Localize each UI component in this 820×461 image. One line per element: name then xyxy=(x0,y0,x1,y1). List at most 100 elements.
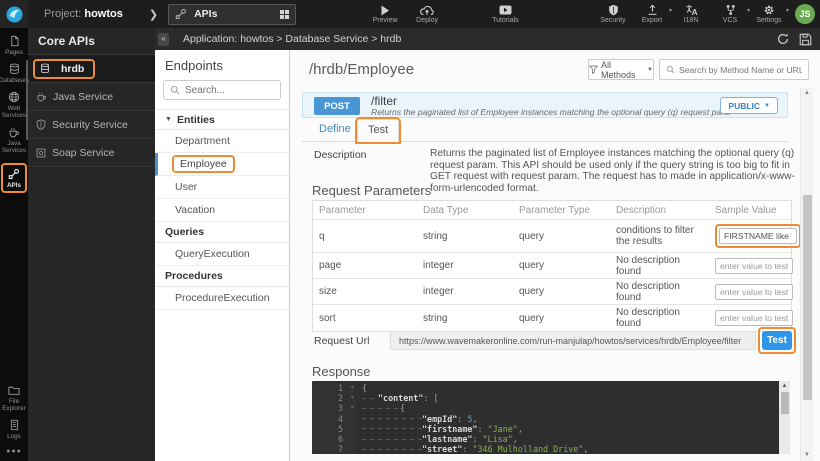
endpoints-panel: Endpoints ▼ Entities Department Employee… xyxy=(155,50,290,461)
methods-search-input[interactable] xyxy=(679,65,802,75)
annotation-highlight: hrdb xyxy=(33,59,95,79)
param-name: page xyxy=(313,260,417,271)
coffee-icon xyxy=(8,126,20,138)
play-icon xyxy=(380,4,390,16)
param-name: sort xyxy=(313,313,417,324)
test-button[interactable]: Test xyxy=(762,331,792,350)
endpoint-item-employee[interactable]: Employee xyxy=(155,153,289,176)
sample-value-input-sort[interactable] xyxy=(715,310,793,326)
main-scrollbar[interactable]: ▲ ▼ xyxy=(800,88,813,461)
activity-bar-scrollbar[interactable] xyxy=(26,60,28,140)
sample-value-input-size[interactable] xyxy=(715,284,793,300)
core-api-item-hrdb[interactable]: hrdb xyxy=(28,55,155,83)
sidebar-item-java-services[interactable]: Java Services xyxy=(1,126,27,154)
endpoints-search[interactable] xyxy=(163,80,281,100)
file-explorer-label: File Explorer xyxy=(1,398,27,412)
endpoint-item-procedureexecution[interactable]: ProcedureExecution xyxy=(155,287,289,310)
scroll-up-icon[interactable]: ▲ xyxy=(779,381,790,391)
sample-value-input-page[interactable] xyxy=(715,258,793,274)
tutorials-button[interactable]: Tutorials xyxy=(492,4,519,24)
logs-label: Logs xyxy=(7,433,21,440)
sidebar-item-logs[interactable]: Logs xyxy=(1,419,27,440)
sidebar-item-file-explorer[interactable]: File Explorer xyxy=(1,384,27,412)
apis-label: APIs xyxy=(7,182,21,189)
tab-test[interactable]: Test xyxy=(357,119,399,142)
section-label: Queries xyxy=(165,226,204,238)
fold-icon[interactable]: ▾ xyxy=(350,393,354,403)
code-line: 4"empId": 5, xyxy=(312,414,779,424)
core-apis-title: Core APIs xyxy=(28,28,155,55)
code-line: 7"street": "346 Mulholland Drive", xyxy=(312,444,779,454)
fold-icon[interactable]: ▾ xyxy=(350,383,354,393)
refresh-icon[interactable] xyxy=(776,32,790,46)
core-api-item-java-service[interactable]: Java Service xyxy=(28,83,155,111)
preview-button[interactable]: Preview xyxy=(372,4,398,24)
editor-scrollbar-thumb[interactable] xyxy=(781,392,789,414)
settings-button[interactable]: Settings ▾ xyxy=(756,4,782,24)
database-icon xyxy=(9,63,20,75)
section-entities[interactable]: ▼ Entities xyxy=(155,109,289,130)
user-avatar[interactable]: JS xyxy=(795,4,815,24)
core-api-item-soap-service[interactable]: Soap Service xyxy=(28,139,155,167)
main-header: /hrdb/Employee All Methods ▼ xyxy=(290,50,820,88)
scroll-up-icon[interactable]: ▲ xyxy=(801,88,813,99)
editor-scrollbar[interactable]: ▲ xyxy=(779,381,790,454)
save-icon[interactable] xyxy=(799,33,812,46)
sidebar-item-pages[interactable]: Pages xyxy=(1,35,27,56)
core-api-item-security-service[interactable]: Security Service xyxy=(28,111,155,139)
funnel-icon xyxy=(589,65,598,74)
security-button[interactable]: Security xyxy=(600,4,626,24)
settings-label: Settings xyxy=(756,17,781,24)
column-header: Description xyxy=(610,205,709,216)
request-url-value: https://www.wavemakeronline.com/run-manj… xyxy=(390,331,756,350)
endpoints-search-input[interactable] xyxy=(185,85,275,96)
project-name: howtos xyxy=(84,8,123,20)
param-type: query xyxy=(513,313,610,324)
sidebar-item-apis[interactable]: APIs xyxy=(1,163,27,193)
grid-icon[interactable] xyxy=(280,10,289,19)
section-procedures[interactable]: Procedures xyxy=(155,266,289,287)
scroll-down-icon[interactable]: ▼ xyxy=(801,450,813,461)
method-badge: POST xyxy=(314,97,360,115)
endpoint-item-vacation[interactable]: Vacation xyxy=(155,199,289,222)
i18n-button[interactable]: A I18N xyxy=(678,4,704,24)
chevron-down-icon: ▾ xyxy=(747,7,750,14)
endpoint-item-queryexecution[interactable]: QueryExecution xyxy=(155,243,289,266)
globe-icon xyxy=(8,91,20,103)
param-type: query xyxy=(513,260,610,271)
endpoint-item-user[interactable]: User xyxy=(155,176,289,199)
endpoint-item-department[interactable]: Department xyxy=(155,130,289,153)
wavemaker-logo[interactable] xyxy=(0,0,28,28)
more-icon[interactable]: ●●● xyxy=(6,448,22,455)
visibility-dropdown[interactable]: PUBLIC ▼ xyxy=(720,97,778,114)
sidebar-item-databases[interactable]: Databases xyxy=(1,63,27,84)
api-icon xyxy=(8,168,20,180)
collapse-panel-button[interactable]: « xyxy=(158,33,169,46)
activity-bar: Pages Databases Web Services Java Servic… xyxy=(0,28,28,461)
visibility-label: PUBLIC xyxy=(728,101,760,111)
methods-filter-dropdown[interactable]: All Methods ▼ xyxy=(588,59,654,80)
workspace-tab-apis[interactable]: APIs xyxy=(168,4,296,25)
coffee-icon xyxy=(36,91,47,102)
export-button[interactable]: Export ▾ xyxy=(639,4,665,24)
methods-search[interactable] xyxy=(659,59,809,80)
document-icon xyxy=(9,419,20,431)
search-icon xyxy=(666,65,675,74)
workspace-tab-label: APIs xyxy=(194,8,280,20)
fold-icon[interactable]: ▾ xyxy=(350,403,354,413)
vcs-button[interactable]: VCS ▾ xyxy=(717,4,743,24)
endpoint-summary-bar[interactable]: POST /filter Returns the paginated list … xyxy=(302,92,788,118)
sample-value-input-q[interactable] xyxy=(719,228,797,244)
shield-icon xyxy=(36,119,46,130)
section-queries[interactable]: Queries xyxy=(155,222,289,243)
deploy-button[interactable]: Deploy xyxy=(414,4,440,24)
core-api-label: Java Service xyxy=(53,91,113,103)
chevron-down-icon: ▼ xyxy=(764,103,770,109)
main-scrollbar-thumb[interactable] xyxy=(803,195,812,400)
sidebar-item-web-services[interactable]: Web Services xyxy=(1,91,27,119)
endpoint-label: User xyxy=(175,181,197,193)
code-line: 3▾{ xyxy=(312,403,779,413)
triangle-down-icon: ▼ xyxy=(165,116,172,123)
tab-define[interactable]: Define xyxy=(319,123,351,135)
video-icon xyxy=(499,4,512,16)
